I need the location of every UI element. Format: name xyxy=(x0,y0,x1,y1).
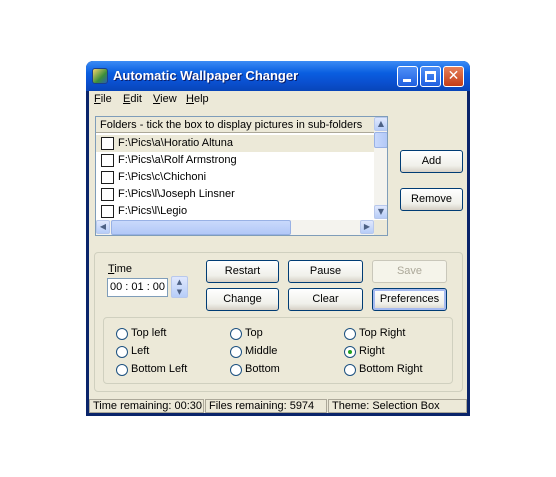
wallpaper-app-icon xyxy=(92,68,108,84)
preferences-button[interactable]: Preferences xyxy=(372,288,447,311)
radio-label: Right xyxy=(359,345,385,357)
radio-label: Bottom Left xyxy=(131,363,188,375)
subfolder-checkbox[interactable] xyxy=(101,154,114,167)
radio-circle xyxy=(230,364,242,376)
app-window: Automatic Wallpaper Changer ✕ File Edit … xyxy=(86,61,470,416)
menu-file[interactable]: File xyxy=(94,93,112,105)
radio-circle xyxy=(230,346,242,358)
radio-label: Top Right xyxy=(359,327,406,339)
status-theme: Theme: Selection Box xyxy=(328,399,467,413)
status-files-remaining: Files remaining: 5974 xyxy=(205,399,327,413)
radio-circle xyxy=(116,364,128,376)
horizontal-scroll-thumb[interactable] xyxy=(111,220,291,235)
radio-selected-dot xyxy=(348,350,352,354)
folder-row[interactable]: F:\Pics\c\Chichoni xyxy=(96,169,374,186)
add-button[interactable]: Add xyxy=(400,150,463,173)
radio-label: Bottom xyxy=(245,363,280,375)
folder-row[interactable]: F:\Pics\l\Legio xyxy=(96,203,374,220)
menu-edit[interactable]: Edit xyxy=(123,93,142,105)
folder-row[interactable]: F:\Pics\a\Rolf Armstrong xyxy=(96,152,374,169)
radio-label: Left xyxy=(131,345,150,357)
subfolder-checkbox[interactable] xyxy=(101,137,114,150)
menu-bar: File Edit View Help xyxy=(89,91,467,109)
radio-circle xyxy=(344,328,356,340)
status-time-remaining: Time remaining: 00:30 xyxy=(89,399,204,413)
vertical-scrollbar[interactable]: ▲ ▼ xyxy=(374,117,387,219)
change-button[interactable]: Change xyxy=(206,288,279,311)
maximize-icon xyxy=(425,71,436,82)
radio-label: Bottom Right xyxy=(359,363,423,375)
close-icon: ✕ xyxy=(447,68,460,84)
radio-circle xyxy=(116,328,128,340)
folder-path: F:\Pics\c\Chichoni xyxy=(118,171,207,183)
folder-path: F:\Pics\l\Legio xyxy=(118,205,188,217)
folder-path: F:\Pics\l\Joseph Linsner xyxy=(118,188,235,200)
remove-button[interactable]: Remove xyxy=(400,188,463,211)
minimize-button[interactable] xyxy=(397,66,418,87)
subfolder-checkbox[interactable] xyxy=(101,188,114,201)
folder-path: F:\Pics\a\Rolf Armstrong xyxy=(118,154,237,166)
window-title: Automatic Wallpaper Changer xyxy=(113,68,299,83)
close-button[interactable]: ✕ xyxy=(443,66,464,87)
subfolder-checkbox[interactable] xyxy=(101,171,114,184)
scroll-left-icon[interactable]: ◀ xyxy=(96,220,110,234)
restart-button[interactable]: Restart xyxy=(206,260,279,283)
subfolder-checkbox[interactable] xyxy=(101,205,114,218)
horizontal-scrollbar[interactable]: ◀ ▶ xyxy=(96,220,374,235)
radio-circle xyxy=(230,328,242,340)
maximize-button[interactable] xyxy=(420,66,441,87)
scroll-down-icon[interactable]: ▼ xyxy=(374,205,387,219)
radio-label: Top xyxy=(245,327,263,339)
radio-label: Top left xyxy=(131,327,167,339)
client-area: File Edit View Help Folders - tick the b… xyxy=(89,91,467,413)
pause-button[interactable]: Pause xyxy=(288,260,363,283)
time-field[interactable]: 00 : 01 : 00 xyxy=(107,278,168,297)
save-button[interactable]: Save xyxy=(372,260,447,283)
radio-circle xyxy=(344,364,356,376)
clear-button[interactable]: Clear xyxy=(288,288,363,311)
scroll-corner xyxy=(374,220,387,235)
radio-circle xyxy=(116,346,128,358)
time-label: Time xyxy=(108,263,133,275)
scroll-right-icon[interactable]: ▶ xyxy=(360,220,374,234)
title-bar[interactable]: Automatic Wallpaper Changer ✕ xyxy=(86,61,470,91)
vertical-scroll-thumb[interactable] xyxy=(374,132,387,148)
time-spinner[interactable]: ▲ ▼ xyxy=(171,276,188,298)
folder-row[interactable]: F:\Pics\a\Horatio Altuna xyxy=(96,135,374,152)
folder-path: F:\Pics\a\Horatio Altuna xyxy=(118,137,233,149)
menu-help[interactable]: Help xyxy=(186,93,209,105)
minimize-icon xyxy=(403,79,411,82)
folder-row[interactable]: F:\Pics\l\Joseph Linsner xyxy=(96,186,374,203)
scroll-up-icon[interactable]: ▲ xyxy=(374,117,387,131)
folder-list[interactable]: Folders - tick the box to display pictur… xyxy=(95,116,388,236)
status-bar: Time remaining: 00:30 Files remaining: 5… xyxy=(89,399,467,413)
radio-circle xyxy=(344,346,356,358)
radio-label: Middle xyxy=(245,345,278,357)
menu-view[interactable]: View xyxy=(153,93,177,105)
folder-list-header[interactable]: Folders - tick the box to display pictur… xyxy=(96,117,374,133)
